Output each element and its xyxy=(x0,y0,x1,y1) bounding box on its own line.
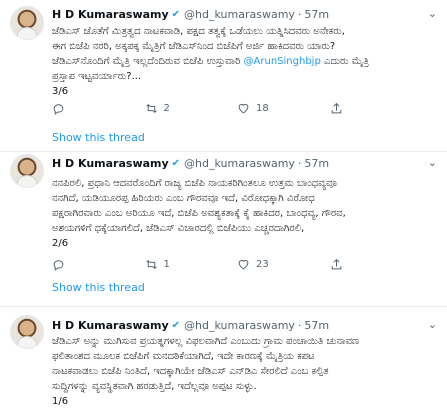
reply-icon xyxy=(53,104,64,115)
tweet[interactable]: H D Kumaraswamy ✔ @hd_kumaraswamy · 57m … xyxy=(0,307,447,409)
text-line: ಅಶಯಗಳಿಗೆ ಧಕ್ಕೆಯಾಗಲಿದೆ, ಜೆಡಿಎಸ್ ವಿಚಾರದಲ್ಲ… xyxy=(52,223,305,234)
retweet-icon xyxy=(145,104,157,113)
author-name[interactable]: H D Kumaraswamy xyxy=(52,319,169,332)
retweet-button[interactable]: 1 xyxy=(145,258,238,271)
text-line: ಜೆಡಿಎಸ್ ಜೊತೆಗೆ ಮಿತ್ರತ್ವದ ನಾಟಕವಾಡಿ, ಪಕ್ಷದ… xyxy=(52,26,345,37)
show-thread-link[interactable]: Show this thread xyxy=(52,131,145,144)
timestamp[interactable]: 57m xyxy=(304,319,329,332)
text-line: ಜೆಡಿಎಸ್ ಅನ್ನು ಮುಗಿಸುವ ಪ್ರಯತ್ನಗಳಲ್ಲ ವಿಫಲವ… xyxy=(52,336,360,347)
author-name[interactable]: H D Kumaraswamy xyxy=(52,8,169,21)
separator-dot: · xyxy=(297,157,302,170)
verified-badge-icon: ✔ xyxy=(171,320,181,331)
text-line: ನನಗಿದೆ, ಯಡಿಯೂರಪ್ಪ ಹಿರಿಯರು ಎಂಬ ಗೌರವವೂ ಇದೆ… xyxy=(52,193,315,204)
retweet-button[interactable]: 2 xyxy=(145,102,238,115)
author-handle[interactable]: @hd_kumaraswamy xyxy=(184,319,295,332)
separator-dot: · xyxy=(297,8,302,21)
action-bar: 2 18 xyxy=(52,102,422,115)
heart-icon xyxy=(238,259,249,270)
chevron-down-icon[interactable]: ⌄ xyxy=(428,156,437,169)
retweet-icon xyxy=(145,260,157,269)
thread-counter: 2/6 xyxy=(52,238,69,249)
timestamp[interactable]: 57m xyxy=(304,8,329,21)
tweet[interactable]: H D Kumaraswamy ✔ @hd_kumaraswamy · 57m … xyxy=(0,0,447,150)
retweet-count: 1 xyxy=(163,259,170,270)
author-handle[interactable]: @hd_kumaraswamy xyxy=(184,8,295,21)
thread-counter: 1/6 xyxy=(52,396,69,407)
tweet-text: ಜೆಡಿಎಸ್ ಜೊತೆಗೆ ಮಿತ್ರತ್ವದ ನಾಟಕವಾಡಿ, ಪಕ್ಷದ… xyxy=(52,24,440,99)
like-count: 23 xyxy=(256,259,269,270)
like-button[interactable]: 23 xyxy=(237,258,330,271)
chevron-down-icon[interactable]: ⌄ xyxy=(428,7,437,20)
tweet-header: H D Kumaraswamy ✔ @hd_kumaraswamy · 57m xyxy=(52,319,329,332)
share-icon xyxy=(331,258,341,270)
author-name[interactable]: H D Kumaraswamy xyxy=(52,157,169,170)
thread-counter: 3/6 xyxy=(52,86,69,97)
tweet-text: ನನಪಿರಲಿ, ಪ್ರಧಾನಿ ಆದವರೊಂದಿಗೆ ರಾಜ್ಯ ಬಿಜೆಪಿ… xyxy=(52,176,440,251)
reply-button[interactable] xyxy=(52,258,145,271)
share-icon xyxy=(331,102,341,114)
like-button[interactable]: 18 xyxy=(237,102,330,115)
timestamp[interactable]: 57m xyxy=(304,157,329,170)
text-line-start: ಜೆಡಿಎಸ್‌ನೊಂದಿಗೆ ಮೈತ್ರಿ ಇಲ್ಲದೆಂದಿರುವ ಬಿಜೆ… xyxy=(52,56,241,67)
reply-icon xyxy=(53,260,64,271)
tweet-header: H D Kumaraswamy ✔ @hd_kumaraswamy · 57m xyxy=(52,8,329,21)
separator-dot: · xyxy=(297,319,302,332)
tweet-text: ಜೆಡಿಎಸ್ ಅನ್ನು ಮುಗಿಸುವ ಪ್ರಯತ್ನಗಳಲ್ಲ ವಿಫಲವ… xyxy=(52,334,440,409)
text-line: ಪ್ರಸ್ತಾಪ ಇಟ್ಟವರ್ಯಾರು?... xyxy=(52,71,142,82)
avatar[interactable] xyxy=(10,315,44,349)
text-line: ಪಕ್ಷರಾಗಿರವಾರು ಎಂಬ ಅರಿಯೂ ಇದೆ, ಬಿಜೆಪಿ ಅವಶ್… xyxy=(52,208,346,219)
author-handle[interactable]: @hd_kumaraswamy xyxy=(184,157,295,170)
share-button[interactable] xyxy=(330,102,423,115)
text-line: ನಾಟಕವಾಡಲು ಬಿಜೆಪಿ ನಿಂತಿದೆ, ಇದಕ್ಕಾಗಿಯೇ ಜೆಡ… xyxy=(52,366,329,377)
avatar[interactable] xyxy=(10,6,44,40)
text-line-end: ಎದುರು ಮೈತ್ರಿ xyxy=(320,56,370,67)
text-line: ಫಲಿತಾಂಶದ ಮೂಲಕ ಬಿಜೆಪಿಗೆ ಮನದಠಿಕೆಯಾಗಿದೆ, ಇದ… xyxy=(52,351,315,362)
text-line: ಈಗ ಬಿಜೆಪಿ ನರರಿ, ಅಕ್ಕಪಕ್ಕ ಮೈತ್ರಿಗೆ ಜೆಡಿಎಸ… xyxy=(52,41,336,52)
text-line: ಜೆಡಿಎಸ್‌ನೊಂದಿಗೆ ಮೈತ್ರಿ ಇಲ್ಲದೆಂದಿರುವ ಬಿಜೆ… xyxy=(52,54,440,69)
verified-badge-icon: ✔ xyxy=(171,158,181,169)
tweet[interactable]: H D Kumaraswamy ✔ @hd_kumaraswamy · 57m … xyxy=(0,152,447,294)
share-button[interactable] xyxy=(330,258,423,271)
retweet-count: 2 xyxy=(163,103,170,114)
like-count: 18 xyxy=(256,103,269,114)
verified-badge-icon: ✔ xyxy=(171,9,181,20)
text-line: ಸುದ್ದಿಗಳನ್ನು ವ್ಯವಸ್ಥಿತವಾಗಿ ಹರಡುತ್ತಿದೆ, ಇ… xyxy=(52,381,257,392)
heart-icon xyxy=(238,103,249,114)
action-bar: 1 23 xyxy=(52,258,422,271)
avatar[interactable] xyxy=(10,154,44,188)
show-thread-link[interactable]: Show this thread xyxy=(52,281,145,294)
tweet-header: H D Kumaraswamy ✔ @hd_kumaraswamy · 57m xyxy=(52,157,329,170)
text-line: ನನಪಿರಲಿ, ಪ್ರಧಾನಿ ಆದವರೊಂದಿಗೆ ರಾಜ್ಯ ಬಿಜೆಪಿ… xyxy=(52,178,337,189)
reply-button[interactable] xyxy=(52,102,145,115)
mention-link[interactable]: @ArunSinghbjp xyxy=(244,56,321,67)
chevron-down-icon[interactable]: ⌄ xyxy=(428,318,437,331)
